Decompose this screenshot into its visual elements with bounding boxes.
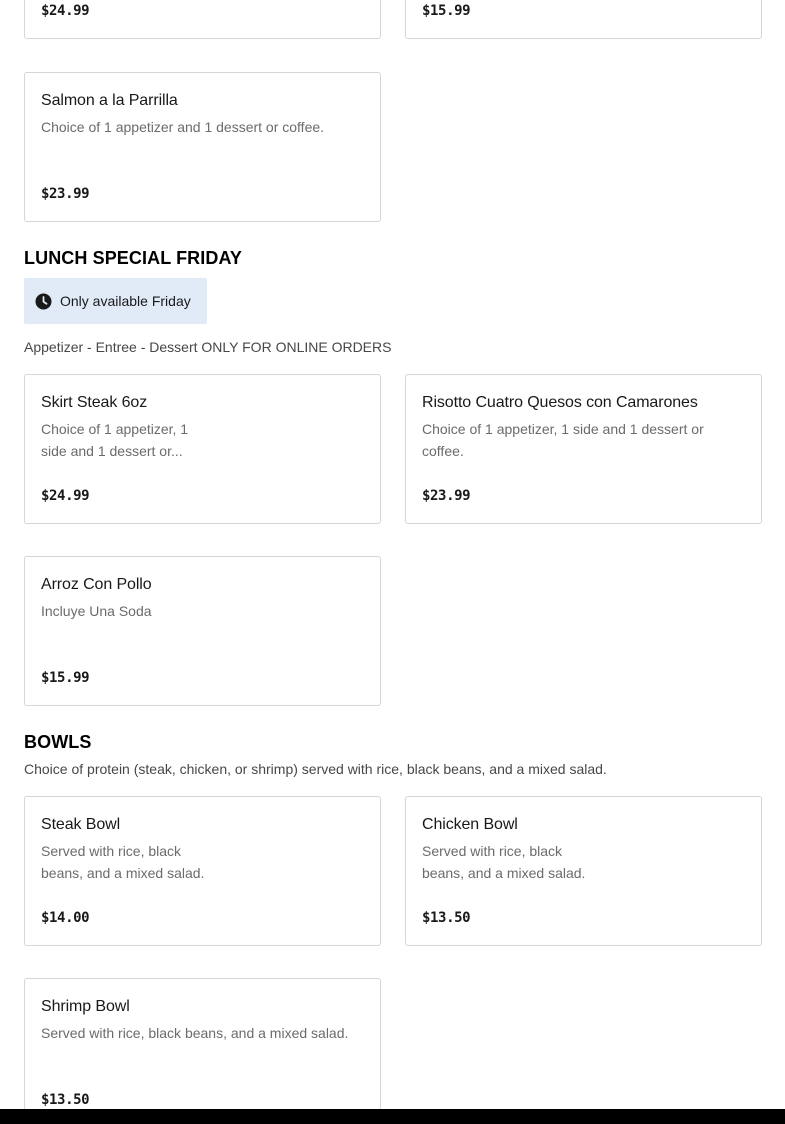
menu-item-name: Chicken Bowl — [422, 816, 518, 833]
menu-item-description: Choice of 1 appetizer and 1 dessert or c… — [41, 119, 325, 135]
menu-item-price: $24.99 — [41, 3, 90, 19]
menu-item-card[interactable]: Risotto Cuatro Quesos con Camarones Choi… — [405, 374, 762, 524]
menu-item-price: $13.50 — [41, 1092, 90, 1108]
bottom-bar — [0, 1109, 785, 1124]
menu-item-card[interactable]: Arroz Con Pollo Incluye Una Soda $15.99 — [24, 556, 381, 706]
menu-item-description: Served with rice, black beans, and a mix… — [41, 843, 205, 881]
menu-item-price: $15.99 — [41, 670, 90, 686]
menu-item-card[interactable]: Salmon a la Parrilla Choice of 1 appetiz… — [24, 72, 381, 222]
section-title-bowls: BOWLS — [24, 732, 92, 752]
menu-item-card[interactable]: Skirt Steak 6oz Choice of 1 appetizer, 1… — [24, 374, 381, 524]
section-description: Appetizer - Entree - Dessert ONLY FOR ON… — [24, 339, 392, 355]
menu-item-name: Risotto Cuatro Quesos con Camarones — [422, 394, 698, 411]
section-description: Choice of protein (steak, chicken, or sh… — [24, 761, 607, 777]
menu-item-description: Served with rice, black beans, and a mix… — [41, 1025, 349, 1041]
menu-item-price: $23.99 — [41, 186, 90, 202]
menu-item-name: Steak Bowl — [41, 816, 121, 833]
menu-item-price: $14.00 — [41, 910, 90, 926]
menu-item-price: $24.99 — [41, 488, 90, 504]
availability-badge: Only available Friday — [24, 278, 207, 324]
menu-item-price: $23.99 — [422, 488, 471, 504]
menu-item-card[interactable]: Chicken Bowl Served with rice, black bea… — [405, 796, 762, 946]
menu-item-description: Choice of 1 appetizer, 1 side and 1 dess… — [422, 421, 704, 459]
menu-item-name: Shrimp Bowl — [41, 998, 130, 1015]
menu-item-price: $15.99 — [422, 3, 471, 19]
menu-item-card[interactable]: $24.99 — [24, 0, 381, 39]
menu-item-card[interactable]: Shrimp Bowl Served with rice, black bean… — [24, 978, 381, 1124]
section-title-lunch-special: LUNCH SPECIAL FRIDAY — [24, 248, 243, 268]
availability-text: Only available Friday — [60, 293, 191, 309]
menu-item-card[interactable]: $15.99 — [405, 0, 762, 39]
menu-item-card[interactable]: Steak Bowl Served with rice, black beans… — [24, 796, 381, 946]
menu-item-description: Choice of 1 appetizer, 1 side and 1 dess… — [41, 421, 189, 459]
menu-item-name: Salmon a la Parrilla — [41, 92, 178, 109]
menu-item-description: Incluye Una Soda — [41, 603, 152, 619]
menu-item-name: Skirt Steak 6oz — [41, 394, 148, 411]
menu-item-name: Arroz Con Pollo — [41, 576, 152, 593]
clock-icon — [35, 293, 52, 310]
menu-item-price: $13.50 — [422, 910, 471, 926]
menu-item-description: Served with rice, black beans, and a mix… — [422, 843, 586, 881]
